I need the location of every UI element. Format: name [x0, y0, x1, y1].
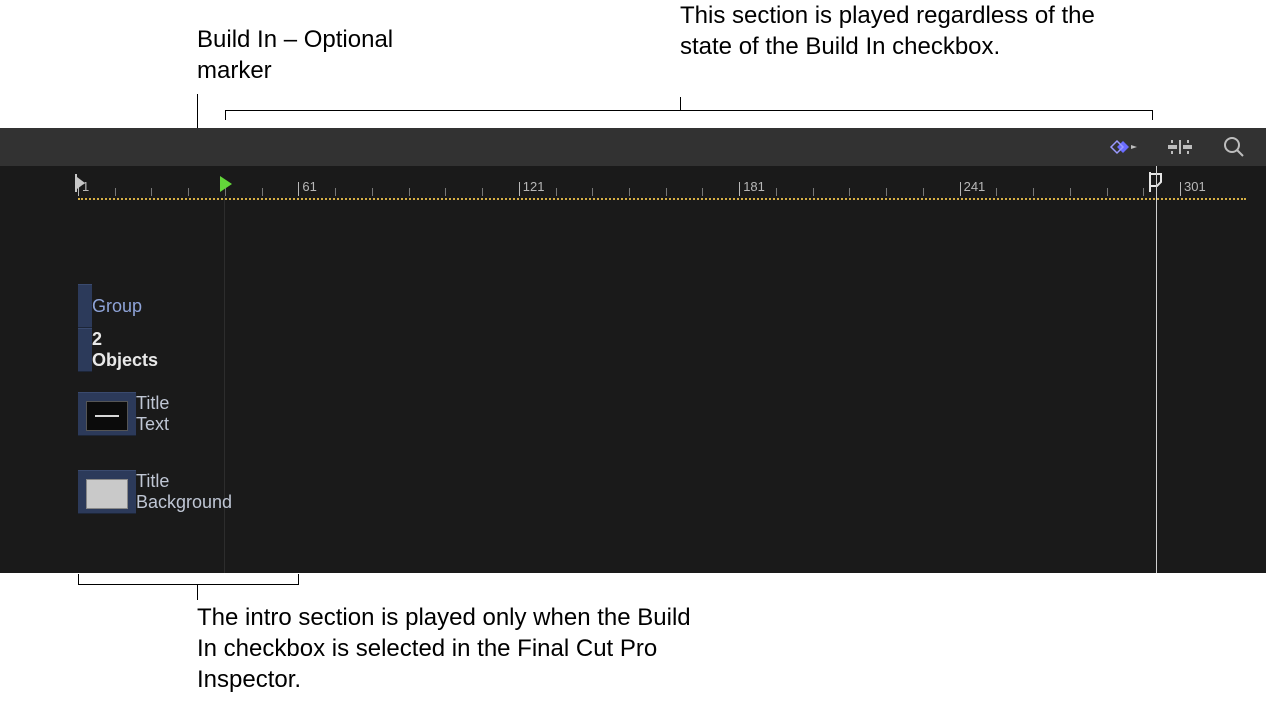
- ruler-tick-minor: [262, 188, 263, 196]
- ruler-label: 61: [302, 179, 316, 194]
- timeline-ruler[interactable]: 161121181241301: [0, 166, 1266, 196]
- timeline-toolbar: [0, 128, 1266, 166]
- callout-build-in-marker: Build In – Optional marker: [197, 24, 457, 86]
- ruler-label: 181: [743, 179, 765, 194]
- callout-bracket-end: [225, 110, 226, 120]
- keyframe-menu-button[interactable]: [1096, 128, 1152, 166]
- callout-bracket-end: [78, 574, 79, 584]
- callout-intro-section: The intro section is played only when th…: [197, 602, 697, 696]
- ruler-tick-minor: [886, 188, 887, 196]
- ruler-tick-minor: [482, 188, 483, 196]
- callout-bracket-end: [298, 574, 299, 584]
- callout-bracket: [78, 584, 299, 585]
- ruler-tick: [960, 182, 961, 196]
- timeline-tracks: Group 2 Objects Title Text Title Backgro…: [0, 206, 1266, 573]
- ruler-tick-minor: [409, 188, 410, 196]
- ruler-tick-minor: [1107, 188, 1108, 196]
- layer-thumbnail: [86, 401, 128, 431]
- snapping-menu-button[interactable]: [1152, 128, 1208, 166]
- ruler-tick-minor: [592, 188, 593, 196]
- ruler-tick-minor: [115, 188, 116, 196]
- ruler-tick-minor: [1070, 188, 1071, 196]
- ruler-tick-minor: [188, 188, 189, 196]
- ruler-label: 121: [523, 179, 545, 194]
- ruler-tick: [1180, 182, 1181, 196]
- ruler-tick: [739, 182, 740, 196]
- figure: { "callouts": { "build_in_marker": "Buil…: [0, 0, 1266, 708]
- ruler-tick-minor: [445, 188, 446, 196]
- ruler-tick-minor: [776, 188, 777, 196]
- snapping-icon: [1165, 138, 1195, 156]
- ruler-tick-minor: [335, 188, 336, 196]
- callout-played-always: This section is played regardless of the…: [680, 0, 1100, 62]
- callout-leader-line: [197, 584, 198, 600]
- ruler-tick-minor: [1143, 188, 1144, 196]
- ruler-tick-minor: [702, 188, 703, 196]
- magnifier-icon: [1222, 135, 1246, 159]
- ruler-tick-minor: [849, 188, 850, 196]
- layer-name: Title Text: [136, 393, 169, 435]
- ruler-tick: [298, 182, 299, 196]
- layer-name: Title Background: [136, 471, 232, 513]
- ruler-tick-minor: [813, 188, 814, 196]
- group-object-count: 2 Objects: [92, 329, 158, 371]
- ruler-label: 301: [1184, 179, 1206, 194]
- ruler-tick-minor: [923, 188, 924, 196]
- ruler-tick-minor: [556, 188, 557, 196]
- layer-thumbnail: [86, 479, 128, 509]
- play-range-indicator: [78, 198, 1246, 200]
- ruler-tick-minor: [372, 188, 373, 196]
- zoom-tool-button[interactable]: [1206, 128, 1262, 166]
- ruler-tick-minor: [1033, 188, 1034, 196]
- timeline-panel: 161121181241301 Group: [0, 128, 1266, 573]
- ruler-tick: [519, 182, 520, 196]
- callout-leader-line: [680, 97, 681, 110]
- ruler-tick-minor: [996, 188, 997, 196]
- project-start-marker-icon[interactable]: [72, 174, 86, 192]
- callout-bracket: [225, 110, 1153, 111]
- group-label: Group: [92, 296, 142, 317]
- keyframe-icon: [1109, 139, 1139, 155]
- ruler-tick-minor: [666, 188, 667, 196]
- ruler-tick-minor: [629, 188, 630, 196]
- callout-bracket-end: [1152, 110, 1153, 120]
- ruler-label: 241: [964, 179, 986, 194]
- build-in-optional-marker-icon[interactable]: [220, 176, 232, 192]
- ruler-tick-minor: [151, 188, 152, 196]
